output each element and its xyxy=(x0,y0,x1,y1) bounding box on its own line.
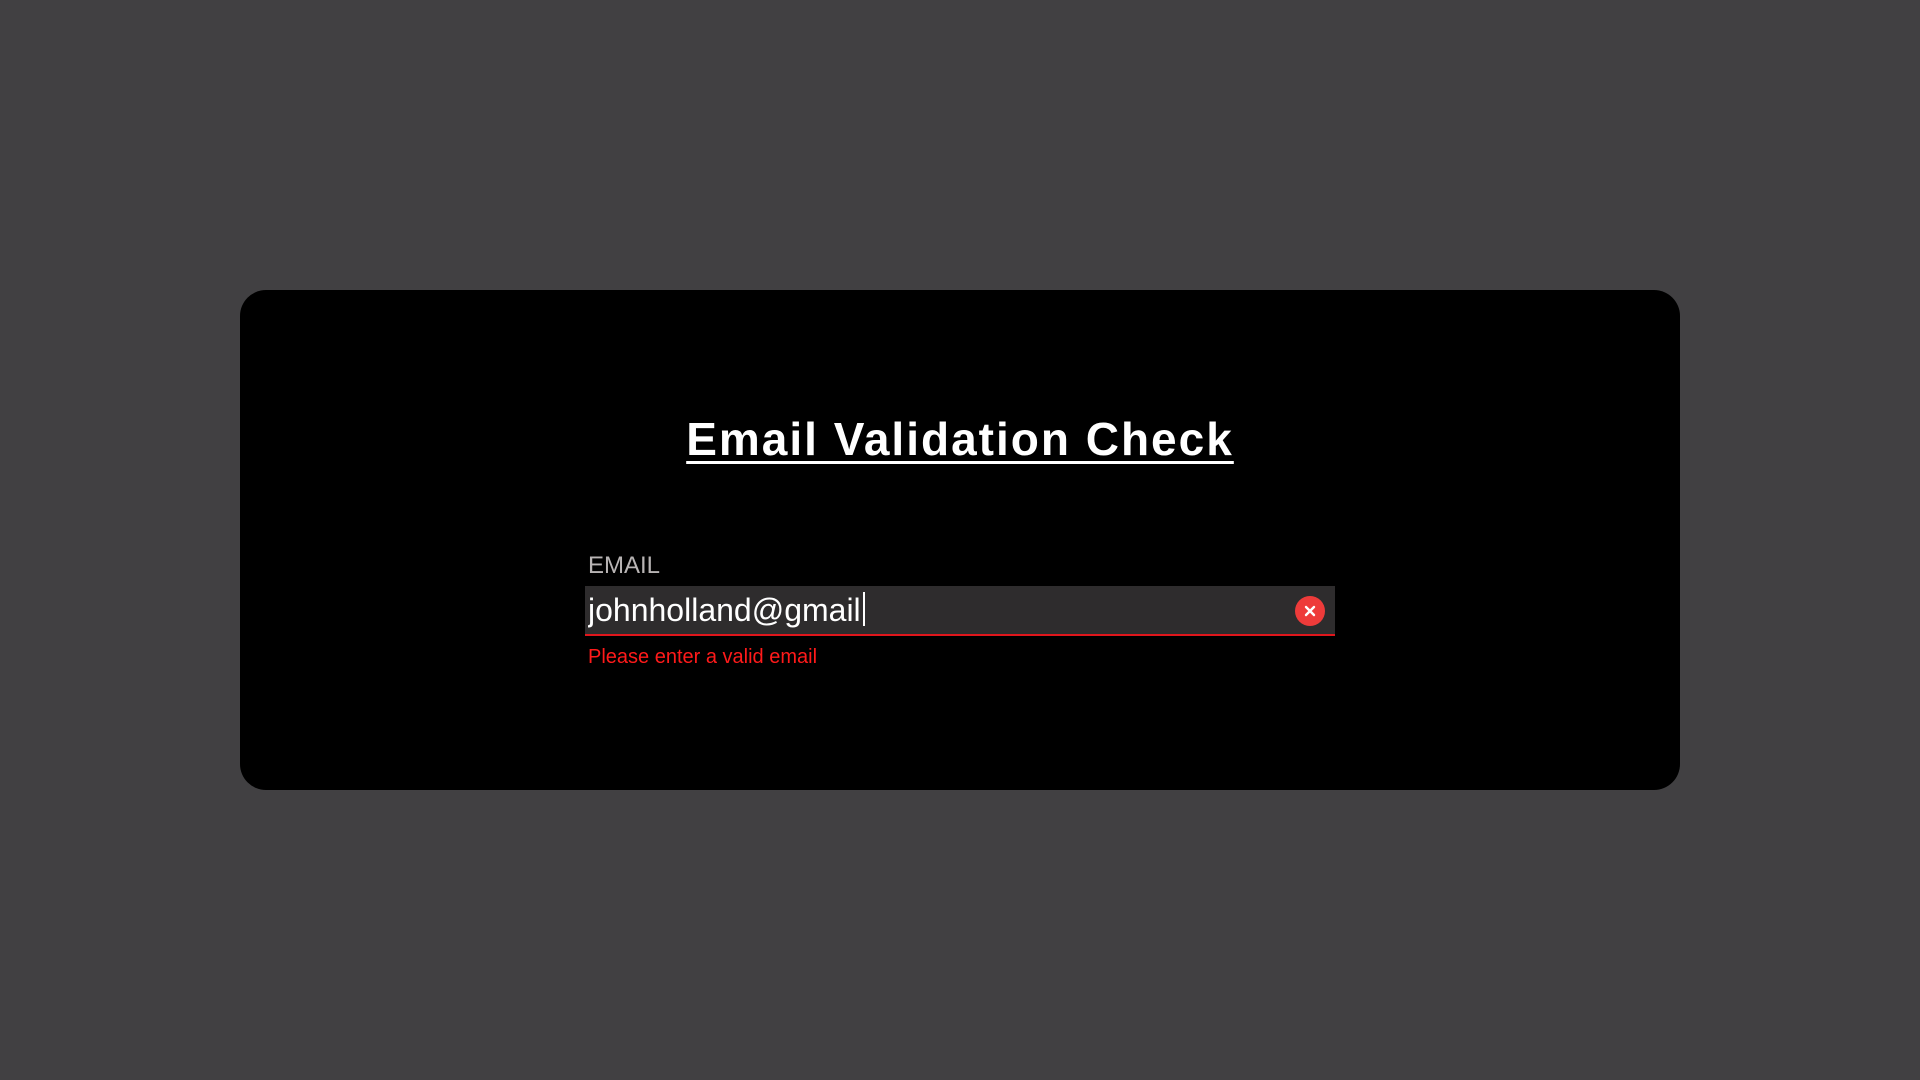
email-label: EMAIL xyxy=(588,552,661,579)
email-input[interactable] xyxy=(585,586,1275,634)
clear-input-button[interactable] xyxy=(1295,596,1325,626)
close-icon xyxy=(1304,605,1316,617)
email-field-group: EMAIL Please enter a valid email xyxy=(585,552,1335,669)
validation-card: Email Validation Check EMAIL Please ente… xyxy=(240,290,1680,790)
email-input-wrapper xyxy=(585,586,1335,636)
text-caret xyxy=(862,592,865,626)
email-error-message: Please enter a valid email xyxy=(588,646,818,668)
page-title: Email Validation Check xyxy=(686,413,1234,465)
